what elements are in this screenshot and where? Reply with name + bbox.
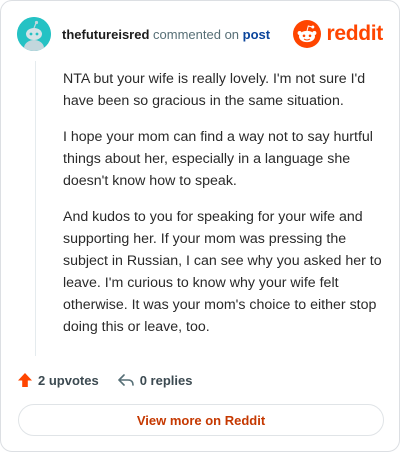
thread-line	[35, 61, 36, 356]
comment-actions: 2 upvotes 0 replies	[17, 370, 192, 390]
reddit-wordmark: reddit	[326, 22, 383, 45]
commented-on-label: commented on	[153, 26, 240, 42]
reply-button[interactable]: 0 replies	[117, 372, 193, 388]
upvote-arrow-icon	[18, 373, 32, 387]
post-link[interactable]: post	[243, 27, 270, 42]
reddit-logo-icon	[293, 20, 322, 48]
comment-header: thefutureisred commented on post	[17, 17, 270, 51]
comment-byline: thefutureisred commented on post	[62, 27, 270, 42]
embedded-comment-card: thefutureisred commented on post reddit …	[0, 0, 400, 452]
comment-body: NTA but your wife is really lovely. I'm …	[63, 68, 383, 352]
upvote-count: 2 upvotes	[38, 372, 99, 388]
username-link[interactable]: thefutureisred	[62, 27, 149, 42]
snoo-avatar-icon[interactable]	[17, 17, 51, 51]
reply-count: 0 replies	[139, 372, 193, 388]
comment-paragraph: And kudos to you for speaking for your w…	[63, 209, 382, 335]
upvote-button[interactable]: 2 upvotes	[17, 372, 99, 388]
reddit-logo[interactable]: reddit	[293, 19, 383, 49]
comment-paragraph: I hope your mom can find a way not to sa…	[63, 129, 373, 189]
comment-paragraph: NTA but your wife is really lovely. I'm …	[63, 71, 366, 109]
view-more-button[interactable]: View more on Reddit	[18, 404, 384, 436]
reply-arrow-icon	[117, 374, 134, 386]
